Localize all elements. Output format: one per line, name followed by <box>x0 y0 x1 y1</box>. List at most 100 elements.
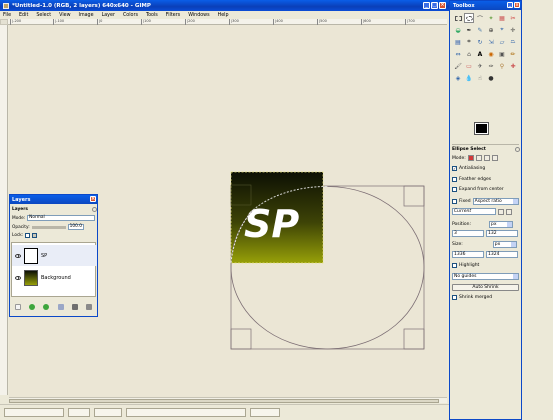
menu-file[interactable]: File <box>2 13 12 18</box>
ellipse-select-icon[interactable] <box>464 13 474 23</box>
opacity-field[interactable]: 100.0 <box>67 224 84 230</box>
layers-titlebar[interactable]: Layers × <box>10 195 97 204</box>
menu-edit[interactable]: Edit <box>18 13 29 18</box>
dodge-burn-icon[interactable]: ● <box>486 73 496 83</box>
highlight-checkbox[interactable] <box>452 263 457 268</box>
auto-shrink-button[interactable]: Auto Shrink <box>452 284 519 291</box>
shear-icon[interactable]: ▱ <box>497 37 507 47</box>
add-mode-icon[interactable] <box>475 155 482 161</box>
lock-pixels-checkbox[interactable] <box>25 233 31 238</box>
horizontal-scrollbar[interactable] <box>9 397 447 403</box>
feather-edges-checkbox[interactable] <box>452 177 457 182</box>
fixed-checkbox[interactable] <box>452 199 457 204</box>
layer-name[interactable]: SP <box>41 253 47 259</box>
scroll-thumb[interactable] <box>9 399 439 403</box>
layer-row[interactable]: Background <box>12 267 97 288</box>
menu-windows[interactable]: Windows <box>187 13 210 18</box>
maximize-button[interactable]: □ <box>431 2 438 9</box>
unit-dropdown[interactable] <box>68 408 90 417</box>
tab-menu-icon[interactable] <box>515 147 520 152</box>
perspective-clone-icon[interactable]: ◈ <box>453 73 463 83</box>
scissors-icon[interactable]: ✂ <box>508 13 518 23</box>
fuzzy-select-icon[interactable]: ✦ <box>486 13 496 23</box>
resize-handle-bottom-left[interactable] <box>230 328 252 350</box>
resize-handle-top-right[interactable] <box>403 185 425 207</box>
flip-icon[interactable]: ⇔ <box>453 49 463 59</box>
crop-icon[interactable]: ⌗ <box>464 37 474 47</box>
scale-icon[interactable]: ⇲ <box>486 37 496 47</box>
eraser-icon[interactable]: ▭ <box>464 61 474 71</box>
foreground-select-icon[interactable]: ◒ <box>453 25 463 35</box>
free-select-icon[interactable]: ⌒ <box>475 13 485 23</box>
guides-dropdown[interactable]: No guides <box>452 273 519 280</box>
toolbox-close-button[interactable]: × <box>514 2 520 8</box>
position-unit-dropdown[interactable]: px <box>489 221 514 228</box>
menu-view[interactable]: View <box>58 13 71 18</box>
menu-filters[interactable]: Filters <box>165 13 181 18</box>
new-layer-icon[interactable] <box>15 304 22 310</box>
pencil-icon[interactable]: ✏ <box>508 49 518 59</box>
blur-icon[interactable]: 💧 <box>464 73 474 83</box>
landscape-icon[interactable] <box>506 208 512 215</box>
foreground-color-swatch[interactable] <box>474 122 489 135</box>
subtract-mode-icon[interactable] <box>483 155 490 161</box>
menu-colors[interactable]: Colors <box>122 13 139 18</box>
cancel-button[interactable] <box>250 408 280 417</box>
paintbrush-icon[interactable]: 🖌 <box>453 61 463 71</box>
rect-select-icon[interactable] <box>453 13 463 23</box>
zoom-dropdown[interactable] <box>94 408 122 417</box>
blend-icon[interactable]: ▣ <box>497 49 507 59</box>
measure-icon[interactable]: ⌖ <box>497 25 507 35</box>
opacity-slider[interactable] <box>31 225 66 229</box>
toolbox-titlebar[interactable]: Toolbox _ × <box>450 1 521 10</box>
move-icon[interactable]: ✛ <box>508 25 518 35</box>
lower-layer-icon[interactable] <box>43 304 50 310</box>
portrait-icon[interactable] <box>498 208 504 215</box>
smudge-icon[interactable]: ☝ <box>475 73 485 83</box>
intersect-mode-icon[interactable] <box>491 155 498 161</box>
menu-help[interactable]: Help <box>217 13 230 18</box>
antialiasing-checkbox[interactable]: ✓ <box>452 166 457 171</box>
color-area[interactable] <box>473 122 501 144</box>
ink-icon[interactable]: ✑ <box>486 61 496 71</box>
menu-select[interactable]: Select <box>35 13 52 18</box>
position-y-field[interactable]: 132 <box>486 230 518 237</box>
fixed-dropdown[interactable]: Aspect ratio <box>472 198 519 205</box>
zoom-icon[interactable]: ⊕ <box>486 25 496 35</box>
layer-row[interactable]: SP <box>12 245 97 266</box>
layers-close-button[interactable]: × <box>90 196 96 202</box>
eye-icon[interactable] <box>15 253 21 258</box>
layers-tab-label[interactable]: Layers <box>12 207 28 212</box>
paths-icon[interactable]: ✒ <box>464 25 474 35</box>
shrink-merged-checkbox[interactable] <box>452 295 457 300</box>
resize-handle-bottom-right[interactable] <box>403 328 425 350</box>
rotate-icon[interactable]: ↻ <box>475 37 485 47</box>
size-width-field[interactable]: 1336 <box>452 251 484 258</box>
toolbox-minimize-button[interactable]: _ <box>507 2 513 8</box>
align-icon[interactable]: ▤ <box>453 37 463 47</box>
duplicate-layer-icon[interactable] <box>57 304 64 310</box>
cage-icon[interactable]: ⌂ <box>464 49 474 59</box>
mode-dropdown[interactable]: Normal <box>27 215 96 221</box>
size-unit-dropdown[interactable]: px <box>492 241 517 248</box>
menu-layer[interactable]: Layer <box>101 13 116 18</box>
delete-layer-icon[interactable] <box>85 304 92 310</box>
close-button[interactable]: × <box>439 2 446 9</box>
replace-mode-icon[interactable] <box>467 155 474 161</box>
raise-layer-icon[interactable] <box>29 304 36 310</box>
menu-tools[interactable]: Tools <box>145 13 159 18</box>
position-x-field[interactable]: 3 <box>452 230 484 237</box>
eye-icon[interactable] <box>15 275 21 280</box>
bucket-fill-icon[interactable]: ◉ <box>486 49 496 59</box>
airbrush-icon[interactable]: ✈ <box>475 61 485 71</box>
current-field[interactable]: Current <box>452 208 496 215</box>
tab-menu-icon[interactable] <box>92 207 97 212</box>
lock-alpha-checkbox[interactable] <box>32 233 38 238</box>
vertical-ruler[interactable] <box>0 25 8 395</box>
perspective-icon[interactable]: ⏢ <box>508 37 518 47</box>
anchor-layer-icon[interactable] <box>71 304 78 310</box>
expand-from-center-checkbox[interactable] <box>452 187 457 192</box>
text-icon[interactable]: A <box>475 49 485 59</box>
color-select-icon[interactable]: ▦ <box>497 13 507 23</box>
size-height-field[interactable]: 1324 <box>486 251 518 258</box>
